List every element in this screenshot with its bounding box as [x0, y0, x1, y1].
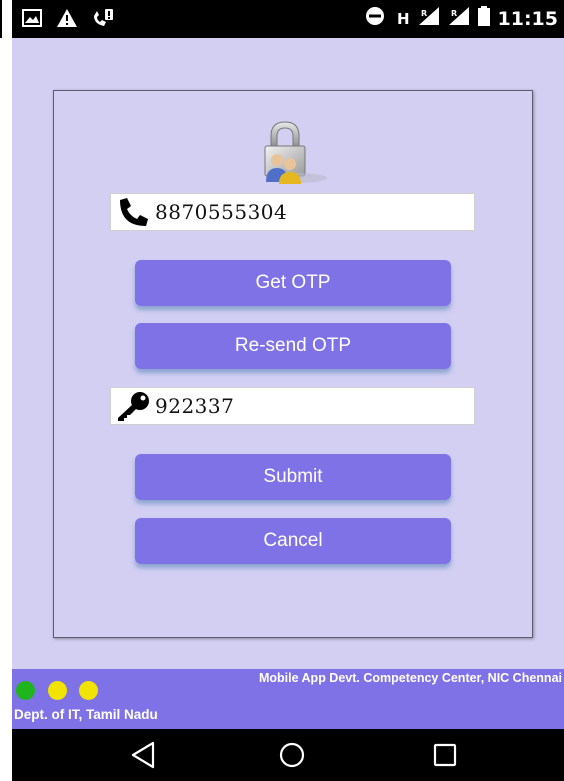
svg-text:R: R [451, 9, 457, 18]
status-right: H R R 11:15 [365, 6, 558, 31]
nav-bar [12, 729, 564, 781]
signal-r-icon: R [418, 6, 440, 31]
green-dot [16, 681, 35, 700]
yellow-dot-2 [79, 681, 98, 700]
battery-icon [477, 6, 490, 31]
phone-alert-icon [92, 8, 114, 33]
svg-text:R: R [421, 9, 427, 18]
recents-icon[interactable] [432, 741, 458, 774]
left-edge-line [0, 0, 2, 38]
status-time: 11:15 [497, 7, 558, 30]
warning-icon [56, 8, 78, 33]
footer: Mobile App Devt. Competency Center, NIC … [12, 669, 564, 729]
h-network-label: H [396, 9, 410, 28]
do-not-disturb-icon [365, 6, 385, 31]
key-icon [111, 388, 155, 424]
home-icon[interactable] [278, 741, 306, 774]
status-bar: H R R 11:15 [12, 0, 564, 38]
phone-field[interactable]: 8870555304 [110, 193, 475, 231]
yellow-dot [48, 681, 67, 700]
back-icon[interactable] [130, 741, 156, 774]
otp-value[interactable]: 922337 [155, 394, 234, 418]
credit-text: Mobile App Devt. Competency Center, NIC … [258, 671, 562, 685]
image-icon [22, 9, 42, 32]
left-edge [0, 0, 12, 781]
lock-users-icon [257, 120, 327, 185]
phone-icon [111, 194, 155, 230]
otp-field[interactable]: 922337 [110, 387, 475, 425]
signal-r-icon-2: R [448, 6, 470, 31]
get-otp-button[interactable]: Get OTP [135, 260, 451, 306]
status-left [22, 8, 114, 33]
submit-button[interactable]: Submit [135, 454, 451, 500]
cancel-button[interactable]: Cancel [135, 518, 451, 564]
phone-value[interactable]: 8870555304 [155, 200, 287, 224]
resend-otp-button[interactable]: Re-send OTP [135, 323, 451, 369]
dept-text: Dept. of IT, Tamil Nadu [14, 707, 158, 722]
